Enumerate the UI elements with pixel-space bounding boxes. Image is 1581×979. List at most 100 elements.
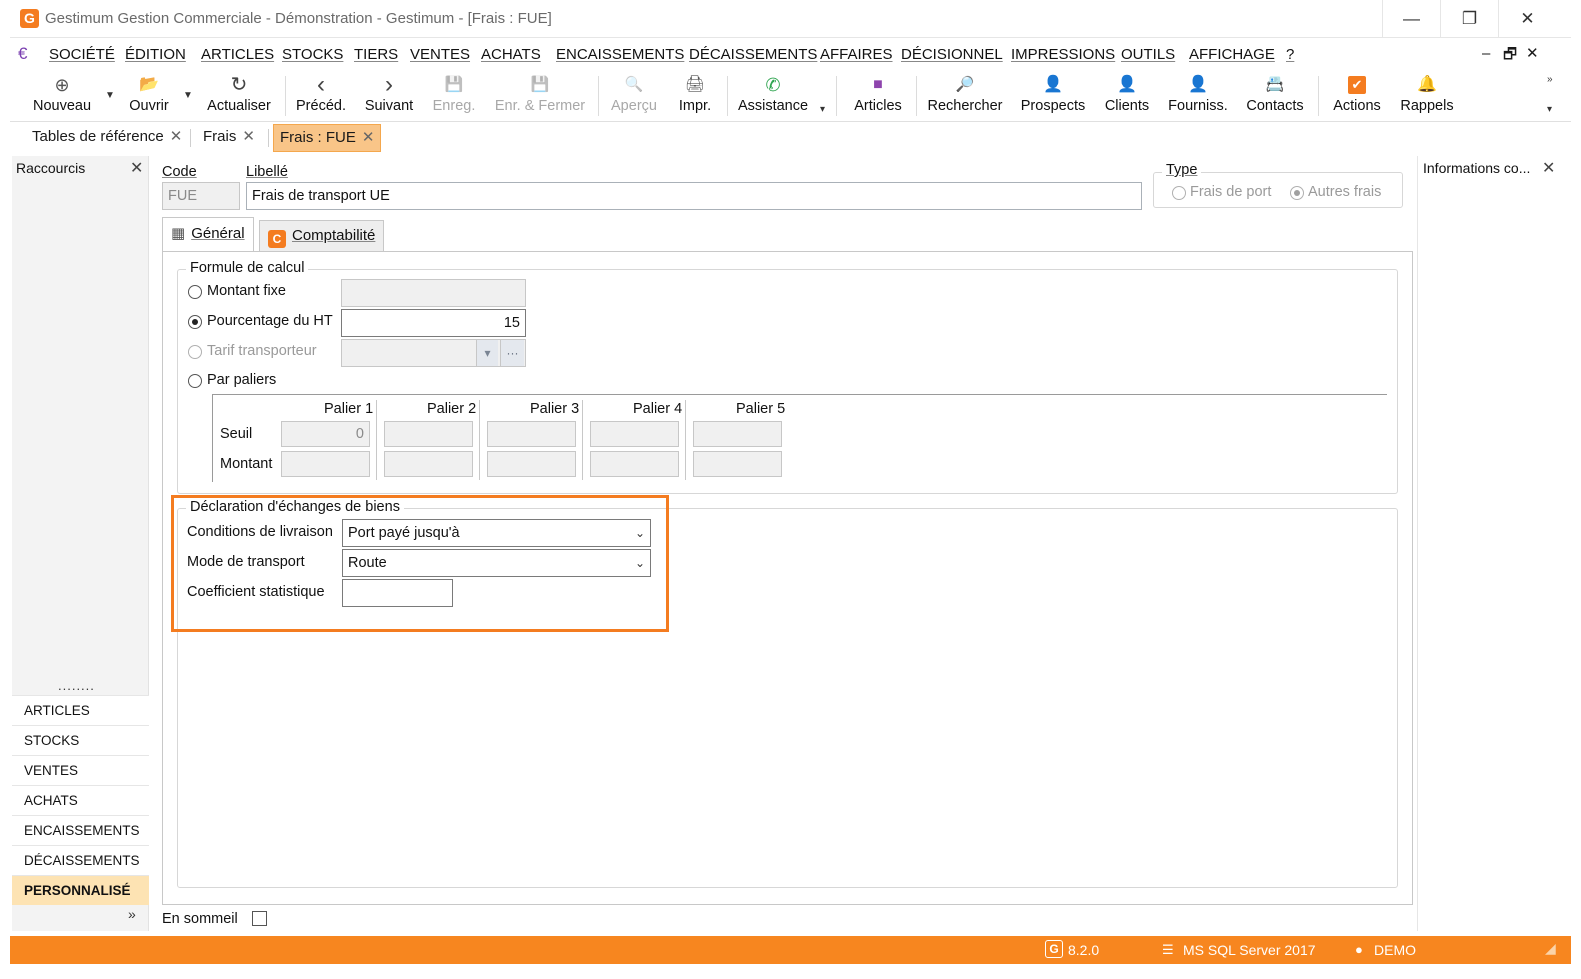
rechercher-label: Rechercher — [927, 98, 1003, 114]
montant-3-field[interactable] — [487, 451, 576, 477]
suivant-button[interactable]: › Suivant — [360, 73, 418, 120]
contacts-button[interactable]: 📇 Contacts — [1242, 74, 1308, 120]
menu-impressions[interactable]: IMPRESSIONS — [1011, 46, 1115, 63]
apercu-label: Aperçu — [611, 98, 657, 114]
sidebar-item-achats[interactable]: ACHATS — [12, 785, 149, 815]
seuil-5-field[interactable] — [693, 421, 782, 447]
toolbar-overflow-caret-right[interactable]: ▾ — [1547, 104, 1552, 115]
par-paliers-radio[interactable] — [188, 374, 202, 388]
mdi-restore-button[interactable]: 🗗 — [1503, 44, 1517, 69]
minimize-button[interactable]: — — [1382, 0, 1440, 38]
autres-frais-radio[interactable] — [1290, 186, 1304, 200]
tab-frais[interactable]: Frais ✕ — [197, 124, 261, 152]
close-window-button[interactable]: ✕ — [1498, 0, 1556, 38]
menu-decaissements[interactable]: DÉCAISSEMENTS — [689, 46, 817, 63]
tab-comptabilite[interactable]: C Comptabilité — [259, 220, 385, 252]
ouvrir-dropdown-caret[interactable]: ▼ — [183, 90, 193, 101]
save-close-icon: 💾 — [530, 76, 550, 93]
clients-label: Clients — [1104, 98, 1150, 114]
seuil-3-field[interactable] — [487, 421, 576, 447]
sidebar-item-personnalise[interactable]: PERSONNALISÉ — [12, 875, 149, 905]
fournisseurs-button[interactable]: 👤 Fourniss. — [1164, 74, 1232, 120]
tarif-transporteur-radio[interactable] — [188, 345, 202, 359]
menu-help[interactable]: ? — [1286, 46, 1294, 63]
actions-check-icon: ✔ — [1326, 74, 1388, 96]
sidebar-splitter-handle[interactable]: ........ — [58, 678, 95, 693]
menu-encaissements[interactable]: ENCAISSEMENTS — [556, 46, 684, 63]
prospects-button[interactable]: 👤 Prospects — [1016, 74, 1090, 120]
save-icon: 💾 — [444, 76, 464, 93]
close-icon[interactable]: ✕ — [1542, 158, 1555, 178]
frais-de-port-radio[interactable] — [1172, 186, 1186, 200]
montant-fixe-field[interactable] — [341, 279, 526, 307]
code-field[interactable]: FUE — [162, 182, 240, 210]
menu-affaires[interactable]: AFFAIRES — [820, 46, 893, 63]
seuil-1-field[interactable]: 0 — [281, 421, 370, 447]
assistance-button[interactable]: ✆ Assistance — [734, 74, 812, 120]
menu-ventes[interactable]: VENTES — [410, 46, 470, 63]
montant-2-field[interactable] — [384, 451, 473, 477]
clients-button[interactable]: 👤 Clients — [1100, 74, 1154, 120]
ouvrir-button[interactable]: 📂 Ouvrir — [123, 74, 175, 120]
restore-button[interactable]: ❐ — [1440, 0, 1498, 38]
nouveau-dropdown-caret[interactable]: ▼ — [105, 90, 115, 101]
apercu-button[interactable]: 🔍 Aperçu — [606, 74, 662, 120]
close-icon[interactable]: ✕ — [362, 129, 375, 146]
sidebar-item-ventes[interactable]: VENTES — [12, 755, 149, 785]
rechercher-button[interactable]: 🔎 Rechercher — [924, 74, 1006, 120]
close-icon[interactable]: ✕ — [170, 128, 183, 145]
close-icon[interactable]: ✕ — [130, 158, 143, 178]
chevron-down-icon[interactable]: ▾ — [476, 340, 498, 366]
sidebar-item-stocks[interactable]: STOCKS — [12, 725, 149, 755]
toolbar-overflow-caret[interactable]: ▾ — [820, 104, 825, 115]
menu-decisionnel[interactable]: DÉCISIONNEL — [901, 46, 1003, 63]
montant-1-field[interactable] — [281, 451, 370, 477]
montant-5-field[interactable] — [693, 451, 782, 477]
libelle-field[interactable]: Frais de transport UE — [246, 182, 1142, 210]
seuil-2-field[interactable] — [384, 421, 473, 447]
en-sommeil-checkbox[interactable] — [252, 911, 267, 926]
fournisseurs-label: Fourniss. — [1168, 98, 1228, 114]
sidebar-item-encaissements[interactable]: ENCAISSEMENTS — [12, 815, 149, 845]
tarif-transporteur-combo[interactable] — [341, 339, 526, 367]
articles-button[interactable]: ■ Articles — [850, 74, 906, 120]
resize-grip-icon[interactable]: ◢ — [1545, 940, 1556, 957]
mdi-minimize-button[interactable]: – — [1482, 45, 1490, 62]
menu-outils[interactable]: OUTILS — [1121, 46, 1175, 63]
nouveau-button[interactable]: ⊕ Nouveau — [30, 74, 94, 120]
toolbar-chevron-icon[interactable]: » — [1547, 74, 1553, 85]
mdi-close-button[interactable]: ✕ — [1526, 44, 1539, 62]
actualiser-button[interactable]: ↻ Actualiser — [203, 74, 275, 120]
tab-general[interactable]: ▦ Général — [162, 217, 254, 252]
actions-button[interactable]: ✔ Actions — [1326, 74, 1388, 120]
tab-tables-de-reference[interactable]: Tables de référence ✕ — [26, 124, 188, 152]
montant-4-field[interactable] — [590, 451, 679, 477]
ellipsis-icon[interactable]: ··· — [500, 340, 524, 366]
menu-stocks[interactable]: STOCKS — [282, 46, 343, 63]
sidebar-item-decaissements[interactable]: DÉCAISSEMENTS — [12, 845, 149, 875]
tab-frais-fue[interactable]: Frais : FUE ✕ — [273, 124, 382, 152]
seuil-4-field[interactable] — [590, 421, 679, 447]
imprimer-button[interactable]: 🖨 Impr. — [673, 74, 717, 120]
pourcentage-radio[interactable] — [188, 315, 202, 329]
app-logo-icon: G — [20, 9, 39, 28]
enregistrer-button[interactable]: 💾 Enreg. — [430, 74, 478, 120]
tab-divider — [190, 129, 191, 147]
montant-fixe-radio[interactable] — [188, 285, 202, 299]
enregistrer-fermer-button[interactable]: 💾 Enr. & Fermer — [492, 74, 588, 120]
menu-articles[interactable]: ARTICLES — [201, 46, 274, 63]
sidebar-expand-icon[interactable]: » — [128, 906, 136, 922]
pourcentage-field[interactable]: 15 — [341, 309, 526, 337]
close-icon[interactable]: ✕ — [242, 128, 255, 145]
menu-tiers[interactable]: TIERS — [354, 46, 398, 63]
calculator-icon: ▦ — [171, 225, 186, 242]
articles-icon: ■ — [873, 76, 883, 93]
menu-affichage[interactable]: AFFICHAGE — [1189, 46, 1275, 63]
suppliers-icon: 👤 — [1188, 76, 1208, 93]
sidebar-item-articles[interactable]: ARTICLES — [12, 695, 149, 725]
menu-achats[interactable]: ACHATS — [481, 46, 541, 63]
menu-societe[interactable]: SOCIÉTÉ — [49, 46, 115, 63]
menu-edition[interactable]: ÉDITION — [125, 46, 186, 63]
rappels-button[interactable]: 🔔 Rappels — [1396, 74, 1458, 120]
precedent-button[interactable]: ‹ Précéd. — [294, 73, 348, 120]
